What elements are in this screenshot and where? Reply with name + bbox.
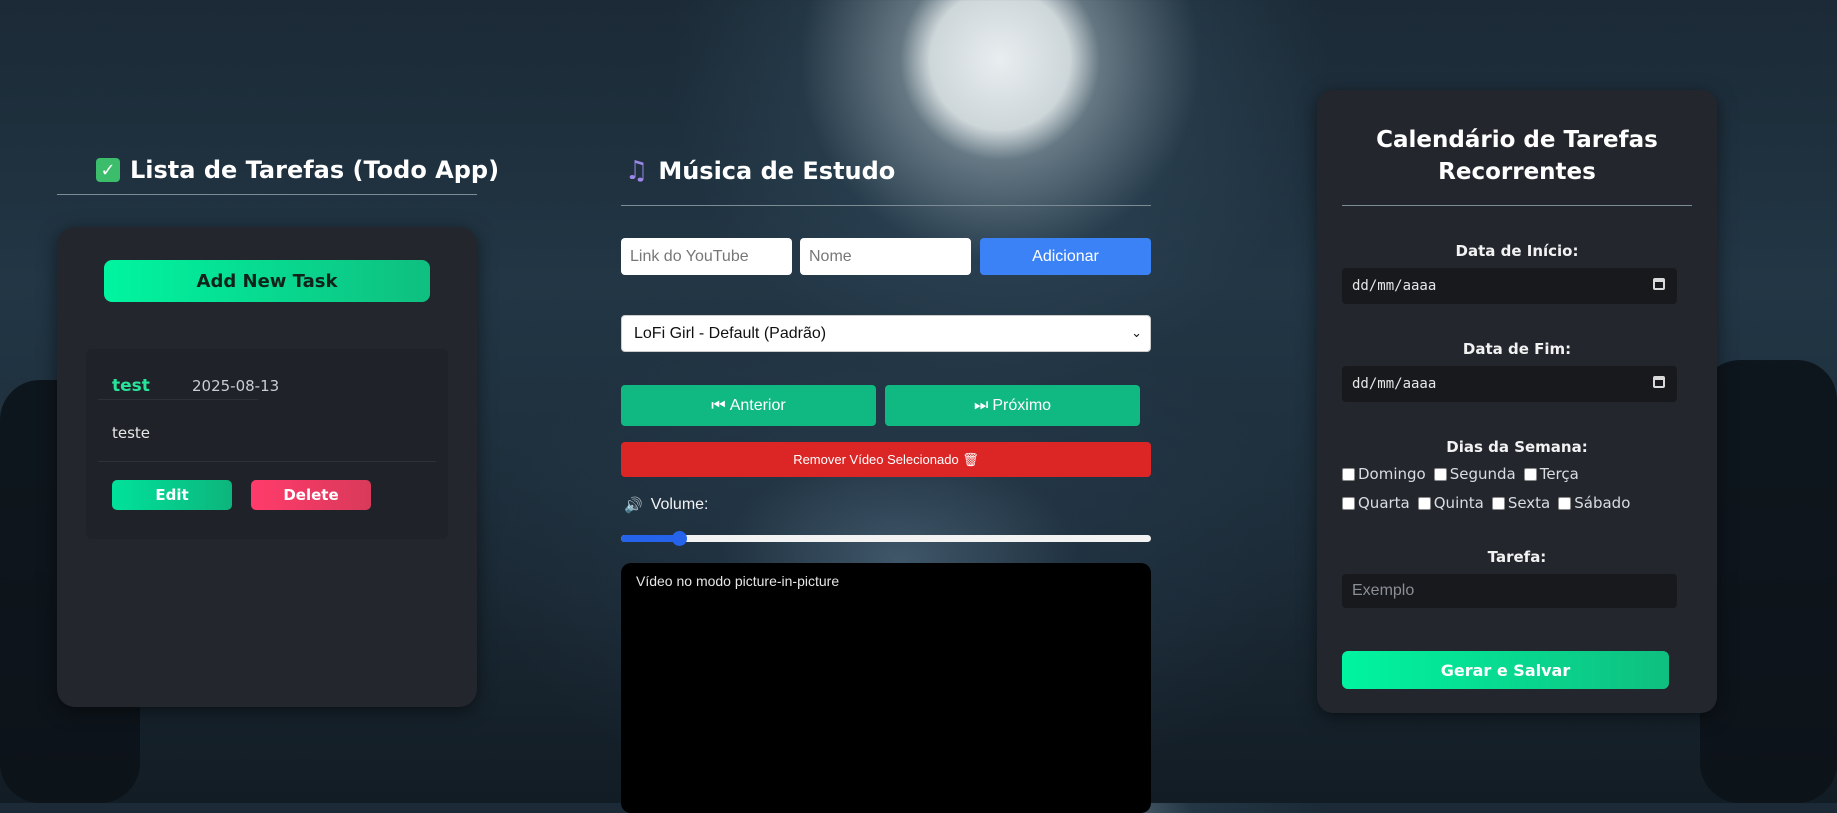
day-checkbox-quinta[interactable]: Quinta bbox=[1417, 494, 1484, 512]
day-checkbox-quarta[interactable]: Quarta bbox=[1342, 494, 1410, 512]
volume-slider-thumb[interactable] bbox=[672, 531, 688, 546]
task-divider bbox=[98, 399, 258, 400]
task-description: teste bbox=[112, 424, 151, 442]
day-checkbox-sabado[interactable]: Sábado bbox=[1558, 494, 1630, 512]
end-date-label: Data de Fim: bbox=[1462, 340, 1572, 358]
delete-task-button[interactable]: Delete bbox=[251, 480, 371, 510]
youtube-link-input[interactable]: Link do YouTube bbox=[621, 238, 792, 275]
video-name-input[interactable]: Nome bbox=[800, 238, 971, 275]
add-task-button[interactable]: Add New Task bbox=[104, 260, 430, 302]
next-label: Próximo bbox=[992, 396, 1052, 414]
day-checkbox-terca[interactable]: Terça bbox=[1523, 465, 1579, 483]
checkbox[interactable] bbox=[1491, 496, 1505, 510]
start-date-value: dd/mm/aaaa bbox=[1352, 278, 1437, 294]
chevron-down-icon: ⌄ bbox=[1131, 325, 1142, 340]
calendar-divider bbox=[1342, 205, 1692, 206]
day-label: Terça bbox=[1539, 465, 1579, 483]
check-box-icon: ✓ bbox=[96, 158, 120, 182]
music-title-text: Música de Estudo bbox=[658, 157, 896, 185]
checkbox[interactable] bbox=[1342, 467, 1355, 481]
weekdays-row-1: Domingo Segunda Terça bbox=[1342, 465, 1579, 483]
calendar-icon[interactable] bbox=[1653, 278, 1665, 290]
task-card: test 2025-08-13 teste Edit Delete bbox=[86, 349, 448, 539]
day-label: Segunda bbox=[1449, 465, 1516, 483]
background-tree-right bbox=[1700, 360, 1837, 803]
previous-icon: ⏮ bbox=[711, 396, 726, 414]
volume-slider-fill bbox=[621, 535, 680, 542]
previous-label: Anterior bbox=[729, 396, 786, 414]
day-label: Quinta bbox=[1433, 494, 1484, 512]
calendar-title-line2: Recorrentes bbox=[1438, 159, 1596, 185]
day-label: Quarta bbox=[1358, 494, 1410, 512]
checkbox[interactable] bbox=[1433, 467, 1447, 481]
volume-slider[interactable] bbox=[621, 531, 1151, 546]
checkbox[interactable] bbox=[1523, 467, 1537, 481]
next-button[interactable]: ⏭ Próximo bbox=[885, 385, 1140, 426]
day-checkbox-segunda[interactable]: Segunda bbox=[1433, 465, 1516, 483]
calendar-icon[interactable] bbox=[1653, 376, 1665, 388]
day-label: Domingo bbox=[1358, 465, 1426, 483]
task-name: test bbox=[112, 376, 150, 396]
task-divider bbox=[98, 461, 436, 462]
generate-save-button[interactable]: Gerar e Salvar bbox=[1342, 651, 1669, 689]
checkbox[interactable] bbox=[1558, 496, 1572, 510]
start-date-input[interactable]: dd/mm/aaaa bbox=[1342, 268, 1677, 304]
day-checkbox-domingo[interactable]: Domingo bbox=[1342, 465, 1426, 483]
edit-task-button[interactable]: Edit bbox=[112, 480, 232, 510]
previous-button[interactable]: ⏮ Anterior bbox=[621, 385, 876, 426]
day-checkbox-sexta[interactable]: Sexta bbox=[1491, 494, 1551, 512]
todo-divider bbox=[57, 194, 477, 195]
weekdays-label: Dias da Semana: bbox=[1446, 438, 1588, 456]
next-icon: ⏭ bbox=[973, 396, 989, 414]
task-label: Tarefa: bbox=[1487, 548, 1547, 566]
end-date-value: dd/mm/aaaa bbox=[1352, 376, 1437, 392]
task-date: 2025-08-13 bbox=[192, 377, 280, 395]
video-player[interactable]: Vídeo no modo picture-in-picture bbox=[621, 563, 1151, 813]
checkbox[interactable] bbox=[1342, 496, 1355, 510]
calendar-title-line1: Calendário de Tarefas bbox=[1376, 127, 1658, 153]
checkbox[interactable] bbox=[1417, 496, 1431, 510]
music-divider bbox=[621, 205, 1151, 206]
calendar-panel: Calendário de Tarefas Recorrentes Data d… bbox=[1317, 90, 1717, 713]
todo-title: ✓ Lista de Tarefas (Todo App) bbox=[96, 156, 499, 184]
volume-label-text: Volume: bbox=[650, 496, 709, 513]
speaker-icon: 🔊 bbox=[624, 497, 643, 514]
calendar-title: Calendário de Tarefas Recorrentes bbox=[1317, 124, 1717, 188]
task-input[interactable]: Exemplo bbox=[1342, 574, 1677, 608]
remove-video-button[interactable]: Remover Vídeo Selecionado 🗑 bbox=[621, 442, 1151, 477]
volume-label: 🔊 Volume: bbox=[624, 496, 709, 514]
video-select[interactable]: LoFi Girl - Default (Padrão) ⌄ bbox=[621, 315, 1151, 352]
todo-panel: Add New Task test 2025-08-13 teste Edit … bbox=[57, 227, 477, 707]
add-video-button[interactable]: Adicionar bbox=[980, 238, 1151, 275]
music-title: ♫ Música de Estudo bbox=[625, 156, 895, 186]
music-note-icon: ♫ bbox=[625, 156, 649, 186]
weekdays-row-2: Quarta Quinta Sexta Sábado bbox=[1342, 494, 1630, 512]
video-pip-text: Vídeo no modo picture-in-picture bbox=[636, 573, 840, 589]
video-select-value: LoFi Girl - Default (Padrão) bbox=[634, 324, 827, 342]
end-date-input[interactable]: dd/mm/aaaa bbox=[1342, 366, 1677, 402]
todo-title-text: Lista de Tarefas (Todo App) bbox=[130, 156, 500, 184]
day-label: Sábado bbox=[1574, 494, 1631, 512]
day-label: Sexta bbox=[1507, 494, 1551, 512]
start-date-label: Data de Início: bbox=[1455, 242, 1579, 260]
